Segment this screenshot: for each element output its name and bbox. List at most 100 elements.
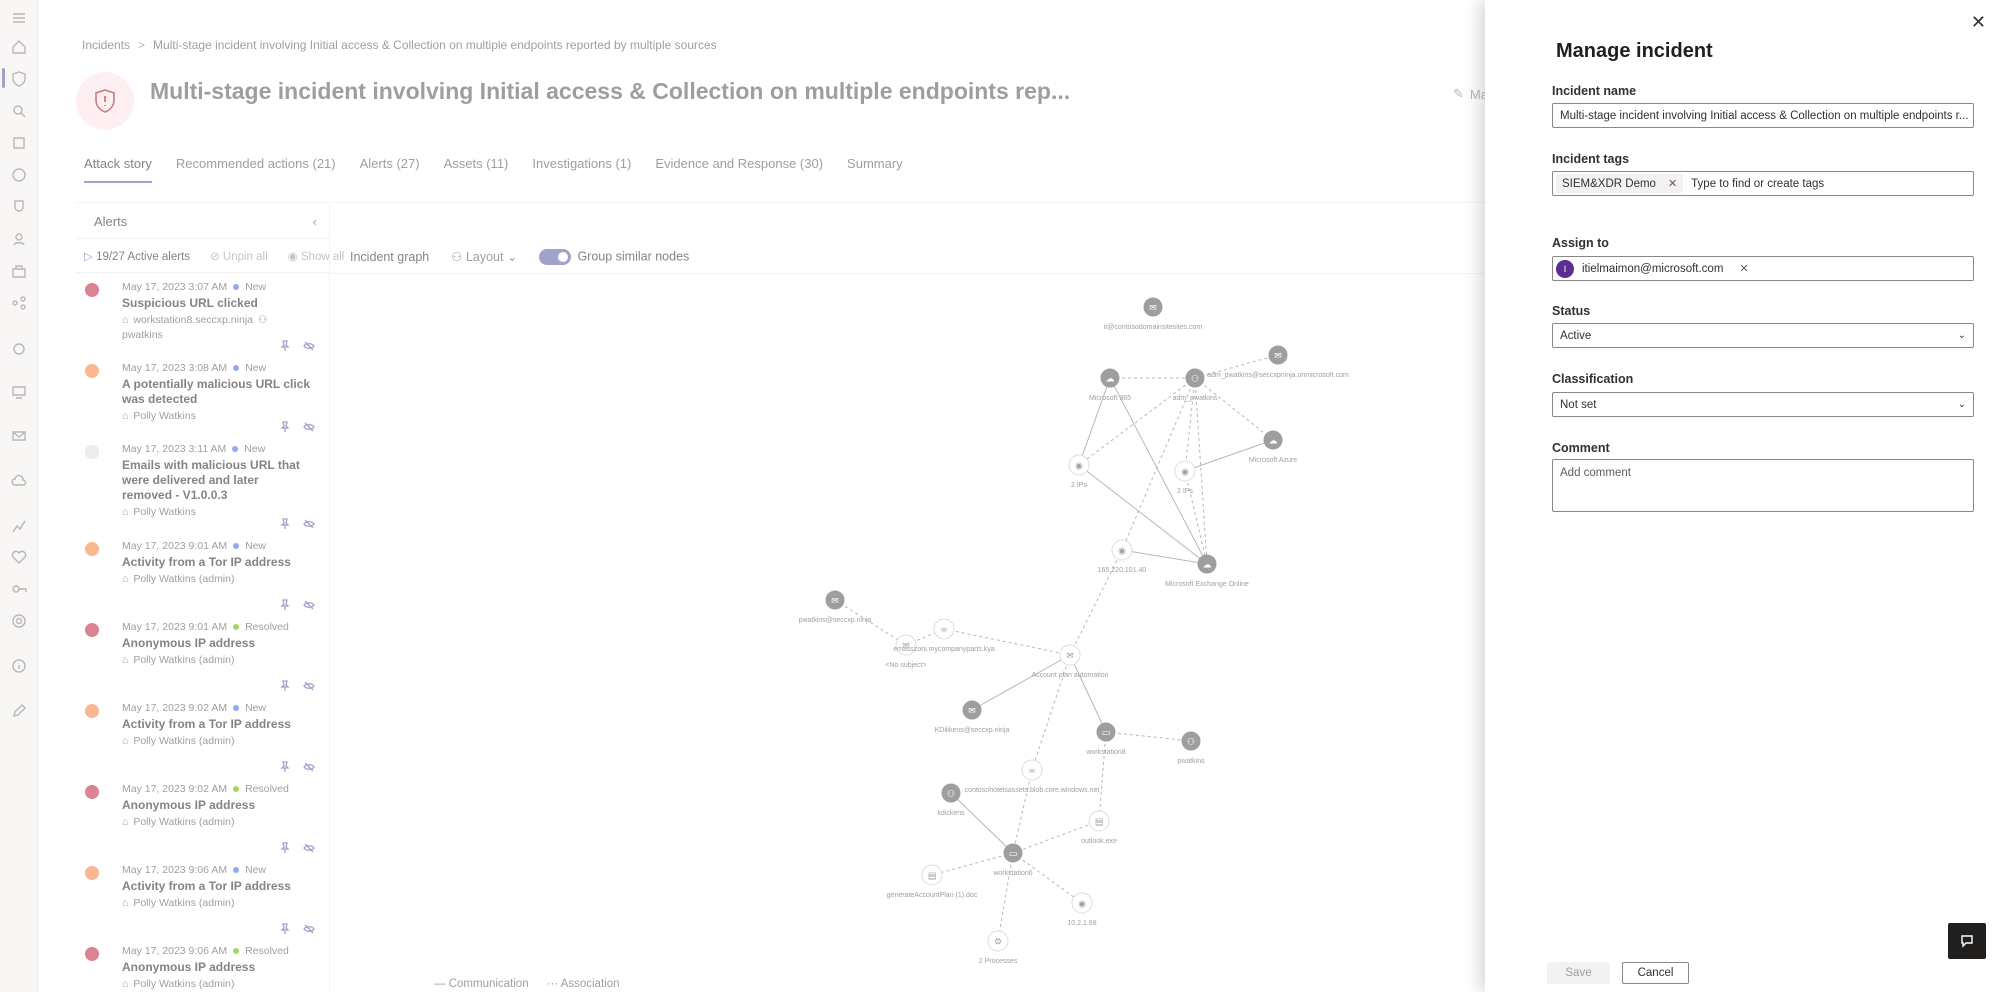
graph-node-user[interactable]: ⚇ kdickens xyxy=(937,783,965,817)
manage-incident-link[interactable]: ✎ Ma xyxy=(1453,86,1485,102)
pin-icon[interactable] xyxy=(279,421,291,433)
tab-assets[interactable]: Assets (11) xyxy=(444,156,509,183)
pin-icon[interactable] xyxy=(279,340,291,352)
health-icon[interactable] xyxy=(10,548,28,566)
incidents-shield-icon[interactable] xyxy=(10,70,28,88)
tab-alerts[interactable]: Alerts (27) xyxy=(360,156,420,183)
alert-item[interactable]: May 17, 2023 3:08 AM New A potentially mal… xyxy=(76,354,329,435)
assign-to-input[interactable]: I itielmaimon@microsoft.com ✕ xyxy=(1552,256,1974,281)
hide-eye-icon[interactable] xyxy=(303,518,315,530)
settings-icon[interactable] xyxy=(10,612,28,630)
hunting-icon[interactable] xyxy=(10,102,28,120)
pin-icon[interactable] xyxy=(279,923,291,935)
hide-eye-icon[interactable] xyxy=(303,680,315,692)
pin-icon[interactable] xyxy=(279,680,291,692)
graph-node-mail[interactable]: ✉ KDilikens@seccxp.ninja xyxy=(935,700,1010,734)
learning-hub-icon[interactable] xyxy=(10,230,28,248)
alert-name[interactable]: Anonymous IP address xyxy=(122,960,312,975)
alert-item[interactable]: May 17, 2023 9:01 AM Resolved Anonymous IP… xyxy=(76,613,329,694)
incident-tags-input[interactable]: SIEM&XDR Demo ✕ Type to find or create ta… xyxy=(1552,171,1974,196)
tab-attack-story[interactable]: Attack story xyxy=(84,156,152,183)
alert-item[interactable]: May 17, 2023 9:02 AM New Activity from a T… xyxy=(76,694,329,775)
comment-textarea[interactable]: Add comment xyxy=(1552,459,1974,512)
graph-node-file[interactable]: ▤ generateAccountPlan (1).doc xyxy=(887,864,978,899)
alert-item[interactable]: May 17, 2023 9:06 AM Resolved Anonymous IP… xyxy=(76,937,329,992)
hide-eye-icon[interactable] xyxy=(303,340,315,352)
close-icon[interactable]: ✕ xyxy=(1971,12,1986,33)
alert-item[interactable]: May 17, 2023 3:07 AM New Suspicious URL cl… xyxy=(76,273,329,354)
alert-name[interactable]: Activity from a Tor IP address xyxy=(122,555,312,570)
threat-analytics-icon[interactable] xyxy=(10,166,28,184)
alert-item[interactable]: May 17, 2023 9:06 AM New Activity from a T… xyxy=(76,856,329,937)
alert-name[interactable]: Suspicious URL clicked xyxy=(122,296,312,311)
graph-node-pc[interactable]: ▭ workstation6 xyxy=(992,843,1033,877)
graph-node-ip[interactable]: ◉ 10.2.1.68 xyxy=(1067,892,1097,927)
classification-dropdown[interactable]: Not set ⌄ xyxy=(1552,392,1974,417)
graph-node-pc[interactable]: ▭ workstation8 xyxy=(1085,722,1126,756)
hide-eye-icon[interactable] xyxy=(303,599,315,611)
hide-eye-icon[interactable] xyxy=(303,421,315,433)
alert-name[interactable]: A potentially malicious URL click was de… xyxy=(122,377,312,407)
graph-node-cloud[interactable]: ☁ Microsoft Exchange Online xyxy=(1165,554,1249,588)
partner-icon[interactable] xyxy=(10,294,28,312)
hide-eye-icon[interactable] xyxy=(303,923,315,935)
layout-dropdown[interactable]: ⚇ Layout ⌄ xyxy=(451,249,517,264)
save-button[interactable]: Save xyxy=(1547,962,1610,984)
graph-node-user[interactable]: ⚇ pwatkins xyxy=(1177,731,1205,765)
cancel-button[interactable]: Cancel xyxy=(1622,962,1689,984)
toggle-switch[interactable] xyxy=(539,248,572,265)
graph-node-cloud[interactable]: ☁ Microsoft Azure xyxy=(1249,430,1297,464)
alert-item[interactable]: May 17, 2023 3:11 AM New Emails with malic… xyxy=(76,435,329,532)
graph-node-cloud[interactable]: ☁ Microsoft 365 xyxy=(1089,368,1131,402)
alert-name[interactable]: Anonymous IP address xyxy=(122,798,312,813)
home-icon[interactable] xyxy=(10,38,28,56)
customize-pencil-icon[interactable] xyxy=(10,702,28,720)
tab-summary[interactable]: Summary xyxy=(847,156,903,183)
permissions-icon[interactable] xyxy=(10,580,28,598)
hide-eye-icon[interactable] xyxy=(303,761,315,773)
incident-name-input[interactable]: Multi-stage incident involving Initial a… xyxy=(1552,103,1974,128)
graph-node-gear[interactable]: ⚙ 2 Processes xyxy=(979,930,1018,965)
tab-investigations[interactable]: Investigations (1) xyxy=(532,156,631,183)
actions-icon[interactable] xyxy=(10,134,28,152)
reports-icon[interactable] xyxy=(10,517,28,535)
info-icon[interactable] xyxy=(10,657,28,675)
incident-graph[interactable]: ✉ it@contosodomainsitesites.com ☁ Microsoft… xyxy=(330,275,1485,975)
graph-node-file[interactable]: ▤ outlook.exe xyxy=(1081,810,1117,845)
trials-icon[interactable] xyxy=(10,262,28,280)
graph-node-mail[interactable]: ✉ pwatkins@seccxp.ninja xyxy=(799,590,872,624)
active-alerts-toggle[interactable]: ▷ 19/27 Active alerts xyxy=(84,249,190,263)
tab-evidence-response[interactable]: Evidence and Response (30) xyxy=(655,156,823,183)
collapse-chevron-icon[interactable]: ‹ xyxy=(313,214,317,229)
feedback-chat-button[interactable] xyxy=(1948,923,1986,959)
group-similar-toggle[interactable]: Group similar nodes xyxy=(539,248,689,265)
alert-name[interactable]: Anonymous IP address xyxy=(122,636,312,651)
email-icon[interactable] xyxy=(10,427,28,445)
alert-item[interactable]: May 17, 2023 9:01 AM New Activity from a T… xyxy=(76,532,329,613)
alert-name[interactable]: Emails with malicious URL that were deli… xyxy=(122,458,312,503)
graph-node-env[interactable]: ✉ Account plan automation xyxy=(1031,644,1109,679)
pin-icon[interactable] xyxy=(279,599,291,611)
remove-tag-icon[interactable]: ✕ xyxy=(1668,177,1677,190)
alert-name[interactable]: Activity from a Tor IP address xyxy=(122,717,312,732)
assets-icon[interactable] xyxy=(10,340,28,358)
status-dropdown[interactable]: Active ⌄ xyxy=(1552,323,1974,348)
graph-node-mail[interactable]: ✉ it@contosodomainsitesites.com xyxy=(1104,297,1203,331)
alert-item[interactable]: May 17, 2023 9:02 AM Resolved Anonymous IP… xyxy=(76,775,329,856)
graph-node-link[interactable]: ∞ contosohotelsassets.blob.core.windows.n… xyxy=(965,759,1100,794)
devices-icon[interactable] xyxy=(10,383,28,401)
breadcrumb-incidents-link[interactable]: Incidents xyxy=(82,38,130,52)
tab-recommended-actions[interactable]: Recommended actions (21) xyxy=(176,156,336,183)
pin-icon[interactable] xyxy=(279,761,291,773)
pin-icon[interactable] xyxy=(279,518,291,530)
alert-name[interactable]: Activity from a Tor IP address xyxy=(122,879,312,894)
hide-eye-icon[interactable] xyxy=(303,842,315,854)
pin-icon[interactable] xyxy=(279,842,291,854)
remove-assignee-icon[interactable]: ✕ xyxy=(1739,262,1748,275)
unpin-all-button[interactable]: ⊘ Unpin all xyxy=(210,249,268,263)
graph-node-mail[interactable]: ✉ adm_pwatkins@seccxpninja.onmicrosoft.co… xyxy=(1207,345,1349,379)
graph-node-ip[interactable]: ◉ 2 IPs xyxy=(1174,460,1196,495)
secure-score-icon[interactable] xyxy=(10,198,28,216)
graph-node-ip[interactable]: ◉ 165.220.101.40 xyxy=(1098,539,1147,574)
cloud-apps-icon[interactable] xyxy=(10,472,28,490)
